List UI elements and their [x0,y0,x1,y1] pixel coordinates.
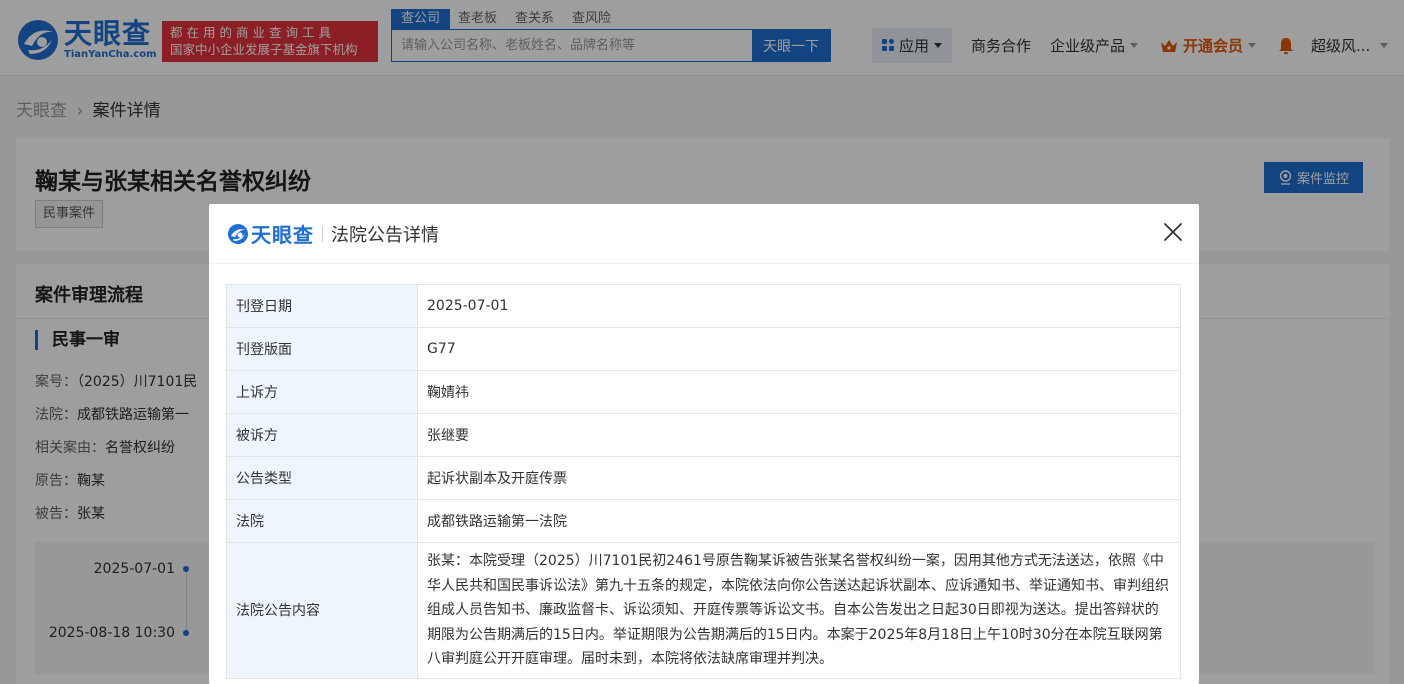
row-label: 被诉方 [226,413,418,457]
table-row: 刊登版面 G77 [226,327,1181,371]
row-label: 公告类型 [226,456,418,500]
close-icon[interactable] [1163,222,1183,242]
logo-eye-icon [228,223,248,244]
table-row: 刊登日期 2025-07-01 [226,284,1181,328]
row-value: 起诉状副本及开庭传票 [417,456,1181,500]
divider [322,225,323,242]
row-label: 刊登版面 [226,327,418,371]
row-value: G77 [417,327,1181,371]
modal-logo-text: 天眼查 [251,223,314,247]
row-value: 张继要 [417,413,1181,457]
row-value: 鞠婧祎 [417,370,1181,414]
row-label: 法院 [226,499,418,543]
row-value: 2025-07-01 [417,284,1181,328]
modal-header: 天眼查 法院公告详情 [209,204,1199,264]
notice-detail-table: 刊登日期 2025-07-01 刊登版面 G77 上诉方 鞠婧祎 被诉方 张继要… [226,284,1181,679]
court-notice-modal: 天眼查 法院公告详情 刊登日期 2025-07-01 刊登版面 G77 上诉方 … [209,204,1199,684]
table-row: 法院 成都铁路运输第一法院 [226,499,1181,543]
notice-content: 张某：本院受理（2025）川7101民初2461号原告鞠某诉被告张某名誉权纠纷一… [417,542,1181,679]
table-row: 法院公告内容 张某：本院受理（2025）川7101民初2461号原告鞠某诉被告张… [226,542,1181,679]
row-label: 刊登日期 [226,284,418,328]
table-row: 被诉方 张继要 [226,413,1181,457]
row-label: 上诉方 [226,370,418,414]
row-value: 成都铁路运输第一法院 [417,499,1181,543]
row-label: 法院公告内容 [226,542,418,679]
modal-title: 法院公告详情 [331,224,439,246]
table-row: 公告类型 起诉状副本及开庭传票 [226,456,1181,500]
table-row: 上诉方 鞠婧祎 [226,370,1181,414]
